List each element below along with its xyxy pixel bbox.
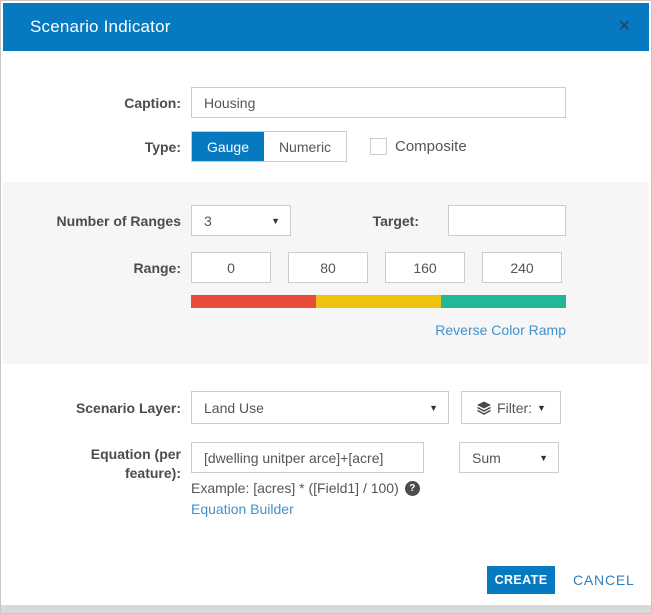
- caption-row: Caption:: [1, 87, 649, 118]
- type-row: Type: Gauge Numeric Composite: [1, 131, 649, 162]
- aggregation-value: Sum: [472, 450, 501, 466]
- dialog-bottom-shadow: [1, 605, 651, 613]
- type-label: Type:: [1, 139, 181, 155]
- scenario-indicator-dialog: Scenario Indicator ✕ Caption: Type: Gaug…: [0, 0, 652, 614]
- cancel-button[interactable]: CANCEL: [573, 566, 635, 594]
- dialog-header: Scenario Indicator ✕: [3, 3, 649, 51]
- close-icon: ✕: [618, 18, 631, 35]
- chevron-down-icon: ▼: [271, 216, 280, 226]
- range-label: Range:: [1, 260, 181, 276]
- equation-input[interactable]: [191, 442, 424, 473]
- number-of-ranges-value: 3: [204, 213, 212, 229]
- color-ramp-segment-green: [441, 295, 566, 308]
- composite-checkbox[interactable]: [370, 138, 387, 155]
- equation-label: Equation (per feature):: [1, 442, 181, 483]
- filter-label: Filter:: [497, 400, 532, 416]
- target-label: Target:: [291, 213, 419, 229]
- color-ramp-segment-red: [191, 295, 316, 308]
- close-button[interactable]: ✕: [618, 19, 631, 35]
- range-row: Range:: [1, 252, 649, 283]
- color-ramp: [191, 295, 566, 308]
- number-of-ranges-select[interactable]: 3 ▼: [191, 205, 291, 236]
- scenario-layer-select[interactable]: Land Use ▼: [191, 391, 449, 424]
- number-of-ranges-row: Number of Ranges 3 ▼ Target:: [1, 205, 649, 236]
- equation-row: Equation (per feature): Sum ▼: [1, 442, 649, 483]
- number-of-ranges-label: Number of Ranges: [1, 213, 181, 229]
- help-icon[interactable]: ?: [405, 481, 420, 496]
- range-input-2[interactable]: [288, 252, 368, 283]
- caption-input[interactable]: [191, 87, 566, 118]
- equation-builder-link[interactable]: Equation Builder: [191, 501, 294, 517]
- color-ramp-segment-yellow: [316, 295, 441, 308]
- chevron-down-icon: ▼: [537, 403, 546, 413]
- type-option-numeric[interactable]: Numeric: [264, 132, 346, 161]
- range-input-3[interactable]: [385, 252, 465, 283]
- type-option-gauge[interactable]: Gauge: [192, 132, 264, 161]
- filter-button[interactable]: Filter: ▼: [461, 391, 561, 424]
- dialog-title: Scenario Indicator: [30, 17, 171, 37]
- type-toggle: Gauge Numeric: [191, 131, 347, 162]
- chevron-down-icon: ▼: [539, 453, 548, 463]
- target-input[interactable]: [448, 205, 566, 236]
- composite-label: Composite: [395, 138, 467, 155]
- equation-label-line2: feature):: [125, 465, 181, 481]
- equation-example-row: Example: [acres] * ([Field1] / 100) ?: [191, 480, 420, 496]
- aggregation-select[interactable]: Sum ▼: [459, 442, 559, 473]
- scenario-layer-label: Scenario Layer:: [1, 400, 181, 416]
- create-button[interactable]: CREATE: [487, 566, 555, 594]
- equation-example-text: Example: [acres] * ([Field1] / 100): [191, 480, 399, 496]
- equation-label-line1: Equation (per: [91, 446, 181, 462]
- range-input-1[interactable]: [191, 252, 271, 283]
- caption-label: Caption:: [1, 95, 181, 111]
- chevron-down-icon: ▼: [429, 403, 438, 413]
- scenario-layer-row: Scenario Layer: Land Use ▼ Filter: ▼: [1, 391, 649, 424]
- range-input-4[interactable]: [482, 252, 562, 283]
- layers-icon: [476, 401, 492, 415]
- reverse-color-ramp-link[interactable]: Reverse Color Ramp: [191, 322, 566, 338]
- scenario-layer-value: Land Use: [204, 400, 264, 416]
